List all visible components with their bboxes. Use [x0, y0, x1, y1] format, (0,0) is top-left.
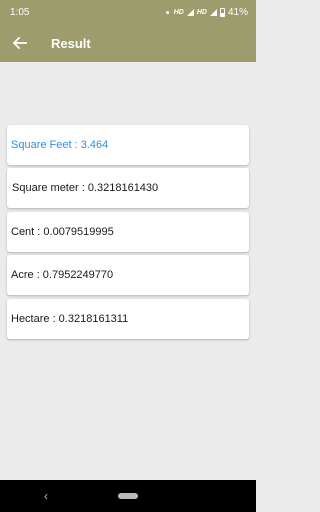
result-card-cent: Cent : 0.0079519995 [7, 212, 249, 252]
signal-1-icon [186, 8, 194, 16]
home-pill-icon[interactable] [118, 493, 138, 499]
notification-dot-icon [165, 10, 169, 14]
arrow-left-icon[interactable] [11, 34, 29, 52]
result-hectare: Hectare : 0.3218161311 [11, 313, 129, 325]
result-card-acre: Acre : 0.7952249770 [7, 255, 249, 295]
result-card-hectare: Hectare : 0.3218161311 [7, 299, 249, 339]
status-icons: HD HD 41% [165, 6, 248, 18]
battery-icon [219, 7, 225, 17]
signal-2-icon [209, 8, 217, 16]
app-bar: Result [0, 24, 256, 62]
nav-back-icon[interactable]: ‹ [44, 489, 48, 503]
status-time: 1:05 [10, 6, 30, 18]
result-cent: Cent : 0.0079519995 [11, 226, 114, 238]
result-square-meter: Square meter : 0.3218161430 [12, 182, 159, 194]
result-square-feet: Square Feet : 3.464 [11, 139, 109, 151]
status-bar: 1:05 HD HD 41% [0, 0, 256, 24]
page-title: Result [51, 35, 91, 51]
result-card-square-meter: Square meter : 0.3218161430 [7, 168, 249, 208]
navigation-bar: ‹ [0, 480, 256, 512]
result-acre: Acre : 0.7952249770 [11, 269, 114, 281]
result-card-square-feet: Square Feet : 3.464 [7, 125, 249, 165]
network-type-1: HD [173, 8, 184, 16]
screen: 1:05 HD HD 41% Result Square Feet : 3.46… [0, 0, 256, 512]
battery-percent: 41% [227, 6, 248, 18]
network-type-2: HD [196, 8, 207, 16]
